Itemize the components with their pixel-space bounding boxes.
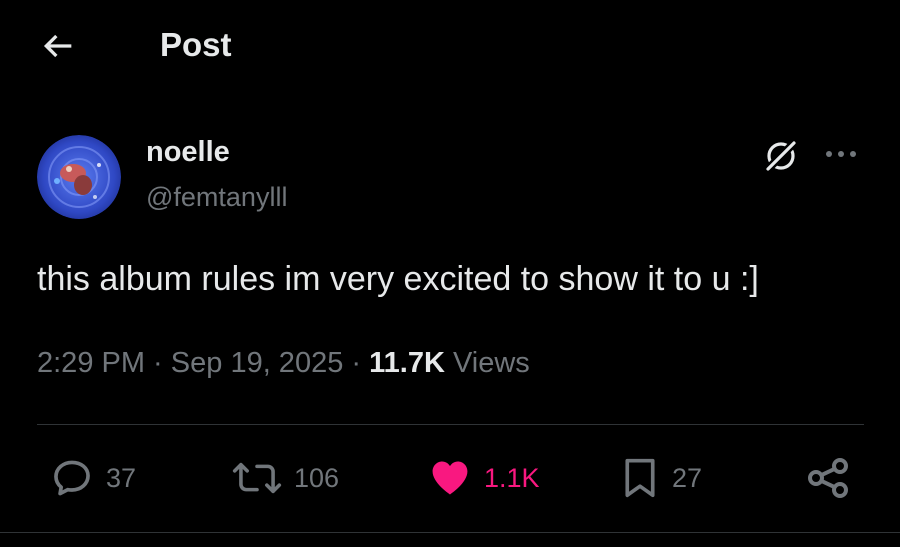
post-meta: 2:29 PM · Sep 19, 2025 · 11.7K Views	[37, 344, 530, 382]
arrow-left-icon	[43, 34, 72, 58]
page-title: Post	[160, 26, 232, 63]
heart-icon	[432, 461, 468, 495]
views-label: Views	[444, 347, 530, 379]
like-button[interactable]: 1.1K	[428, 451, 540, 505]
grok-icon	[764, 139, 798, 173]
back-button[interactable]	[36, 24, 80, 68]
author-handle[interactable]: @femtanylll	[146, 180, 287, 214]
post-date[interactable]: Sep 19, 2025	[171, 347, 344, 379]
repost-icon	[232, 462, 282, 494]
bookmark-count: 27	[672, 463, 703, 493]
bookmark-icon	[625, 458, 655, 498]
views-count: 11.7K	[369, 347, 445, 379]
reply-bubble-icon	[54, 460, 90, 496]
grok-button[interactable]	[758, 133, 804, 179]
author-display-name[interactable]: noelle	[146, 135, 230, 169]
repost-count: 106	[294, 463, 340, 493]
reply-count: 37	[106, 463, 137, 493]
avatar[interactable]	[37, 135, 121, 219]
more-options-button[interactable]	[818, 136, 864, 172]
repost-button[interactable]: 106	[232, 451, 339, 505]
more-dots-icon	[826, 151, 856, 157]
bottom-divider	[0, 532, 900, 533]
meta-separator: ·	[343, 347, 370, 379]
post-time[interactable]: 2:29 PM	[37, 347, 145, 379]
bookmark-button[interactable]: 27	[620, 451, 702, 505]
reply-button[interactable]: 37	[50, 451, 136, 505]
post-text: this album rules im very excited to show…	[37, 260, 759, 298]
meta-separator: ·	[145, 347, 171, 379]
divider	[37, 424, 864, 425]
share-button[interactable]	[804, 451, 852, 505]
like-count: 1.1K	[484, 463, 540, 493]
share-icon	[808, 458, 848, 498]
